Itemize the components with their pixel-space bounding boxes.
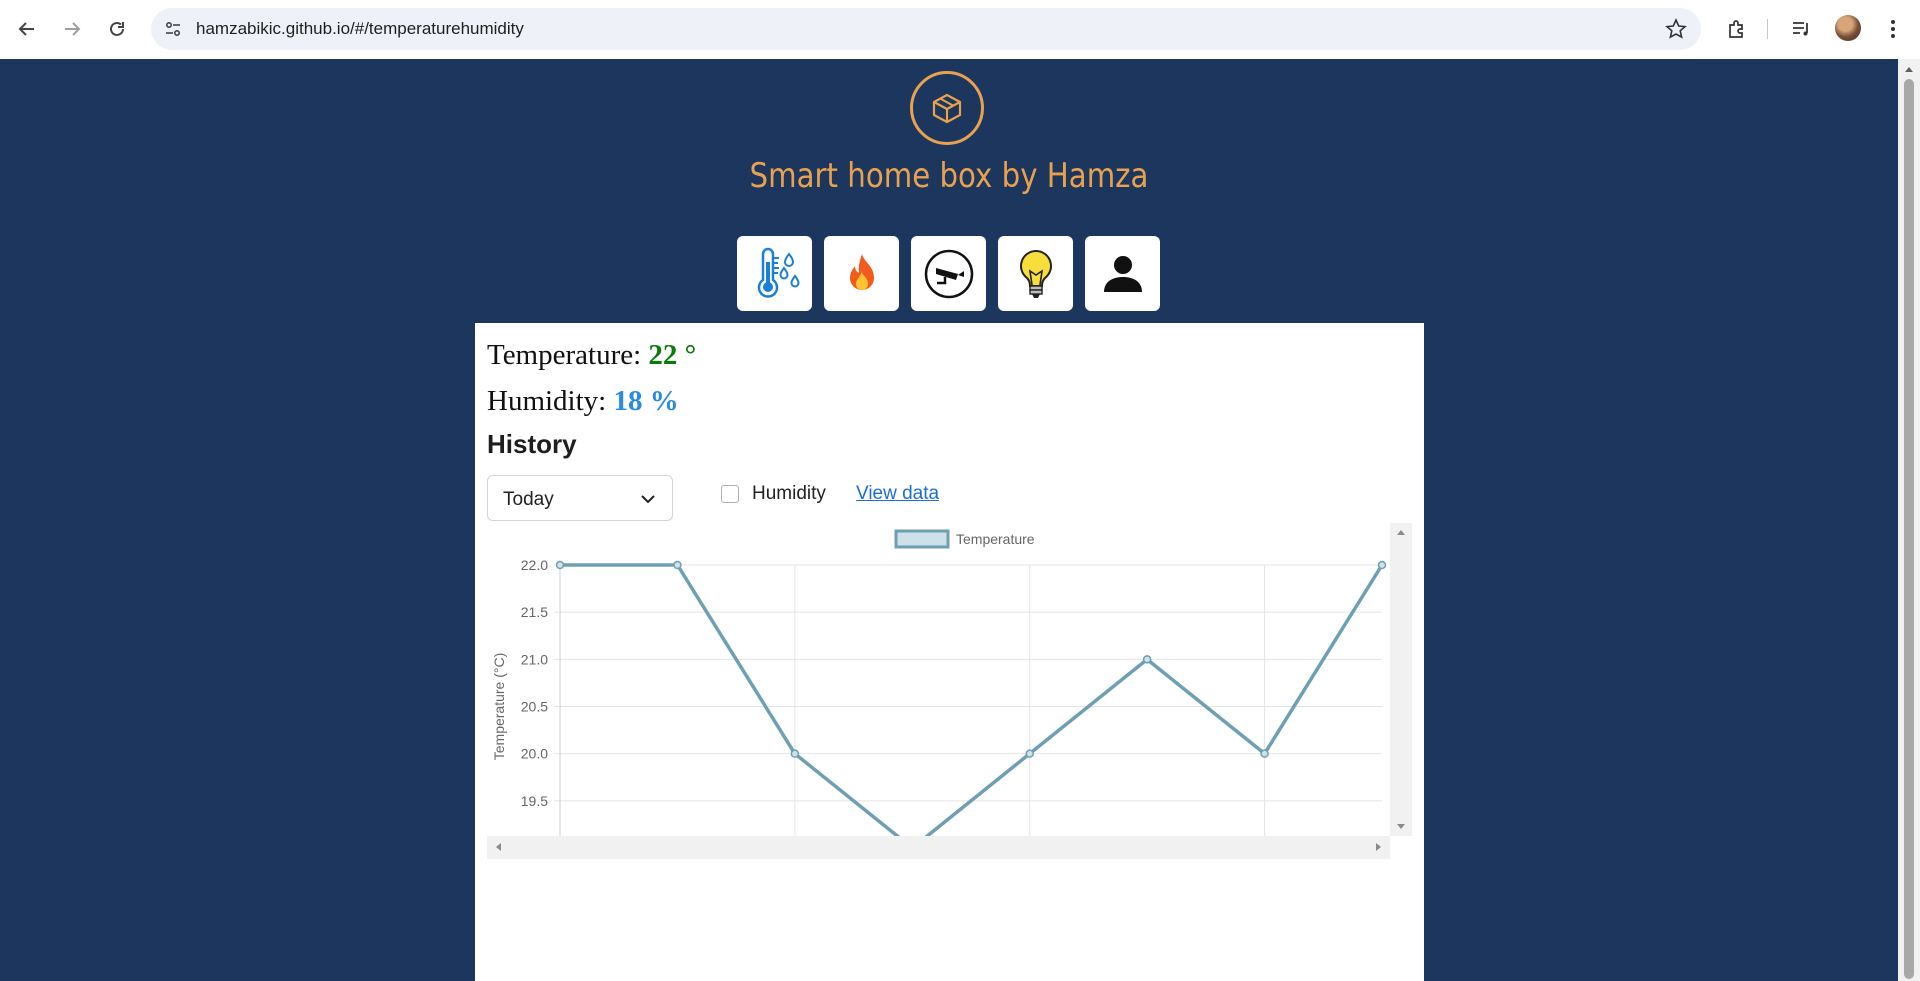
chevron-down-icon xyxy=(641,495,655,504)
humidity-value: 18 % xyxy=(613,385,679,417)
profile-avatar[interactable] xyxy=(1835,15,1861,41)
page-viewport: Smart home box by Hamza Temperature: 22 … xyxy=(0,59,1898,981)
y-tick-label: 20.0 xyxy=(521,746,548,762)
arrow-right-icon xyxy=(65,22,81,36)
logo xyxy=(910,71,984,145)
y-tick-label: 21.0 xyxy=(521,651,548,667)
box-logo-icon xyxy=(932,93,962,124)
site-info-icon[interactable] xyxy=(163,19,183,44)
reload-button[interactable] xyxy=(102,14,132,44)
person-icon xyxy=(1103,255,1142,292)
temperature-reading: Temperature: 22 ° xyxy=(487,339,696,372)
temperature-series-line xyxy=(560,563,1384,836)
temperature-chart: 19.019.520.020.521.021.522.00:02:04:06:0… xyxy=(491,529,1387,836)
toolbar-divider xyxy=(1767,19,1768,39)
temperature-data-point xyxy=(790,749,800,758)
kebab-menu-icon xyxy=(1891,20,1895,38)
chart-horizontal-scrollbar[interactable] xyxy=(487,836,1390,859)
menu-button[interactable] xyxy=(1878,14,1908,44)
url-text: hamzabikic.github.io/#/temperaturehumidi… xyxy=(196,19,524,38)
sensor-panel: Temperature: 22 ° Humidity: 18 % History… xyxy=(475,323,1424,981)
temperature-data-point xyxy=(673,560,682,570)
range-selected-value: Today xyxy=(503,489,554,510)
site-title: Smart home box by Hamza xyxy=(749,156,1149,196)
view-data-link[interactable]: View data xyxy=(856,483,939,505)
legend-swatch xyxy=(894,529,950,549)
temperature-label: Temperature: xyxy=(487,339,642,371)
puzzle-icon xyxy=(1729,20,1743,38)
temperature-data-point xyxy=(1025,749,1034,758)
temperature-data-point xyxy=(555,560,565,570)
nav-fire[interactable] xyxy=(824,236,899,311)
y-tick-label: 19.5 xyxy=(521,793,548,809)
security-camera-icon xyxy=(924,249,973,298)
y-tick-label: 20.5 xyxy=(521,699,548,715)
history-heading: History xyxy=(487,429,577,459)
forward-button[interactable] xyxy=(57,14,87,44)
back-button[interactable] xyxy=(12,14,42,44)
legend-label: Temperature xyxy=(956,531,1035,547)
history-range-select[interactable]: Today xyxy=(487,475,673,521)
humidity-label: Humidity: xyxy=(487,385,607,417)
page-scrollbar[interactable] xyxy=(1898,59,1920,981)
flame-icon xyxy=(849,253,874,290)
humidity-checkbox[interactable] xyxy=(721,485,739,503)
arrow-left-icon xyxy=(18,22,34,36)
extensions-button[interactable] xyxy=(1722,14,1752,44)
chart-container: 19.019.520.020.521.021.522.00:02:04:06:0… xyxy=(487,523,1412,859)
page-scroll-thumb[interactable] xyxy=(1904,79,1914,979)
media-controls-button[interactable] xyxy=(1786,14,1816,44)
browser-toolbar: hamzabikic.github.io/#/temperaturehumidi… xyxy=(0,0,1920,59)
nav-profile[interactable] xyxy=(1085,236,1160,311)
nav-lights[interactable] xyxy=(998,236,1073,311)
chart-vertical-scrollbar[interactable] xyxy=(1390,523,1412,836)
humidity-checkbox-label[interactable]: Humidity xyxy=(752,483,826,505)
nav-camera[interactable] xyxy=(911,236,986,311)
light-bulb-icon xyxy=(1019,249,1052,298)
temperature-value: 22 ° xyxy=(648,339,697,371)
y-axis-label: Temperature (°C) xyxy=(491,653,507,761)
nav-temperature-humidity[interactable] xyxy=(737,236,812,311)
address-bar[interactable]: hamzabikic.github.io/#/temperaturehumidi… xyxy=(151,8,1701,50)
y-tick-label: 22.0 xyxy=(521,557,548,573)
humidity-reading: Humidity: 18 % xyxy=(487,385,679,418)
thermometer-droplets-icon xyxy=(757,247,800,298)
reload-icon xyxy=(110,21,124,36)
temperature-data-point xyxy=(1377,560,1387,570)
y-tick-label: 21.5 xyxy=(521,604,548,620)
temperature-data-point xyxy=(1260,749,1269,758)
temperature-data-point xyxy=(1142,655,1152,664)
bookmark-star-icon[interactable] xyxy=(1665,18,1687,45)
music-queue-icon xyxy=(1793,22,1808,36)
